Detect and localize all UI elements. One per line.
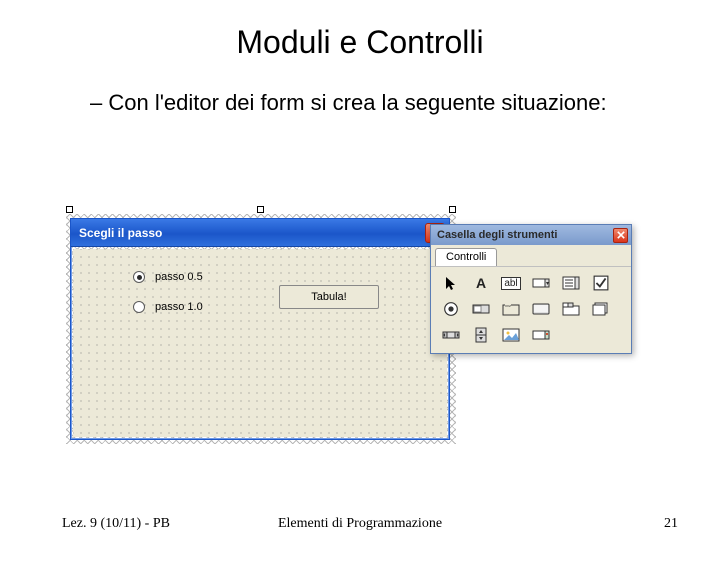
form-title: Scegli il passo: [79, 226, 425, 240]
footer-page-number: 21: [664, 516, 678, 532]
toolbox-title: Casella degli strumenti: [437, 229, 613, 241]
resize-handle-icon[interactable]: [257, 206, 264, 213]
vb-form-window: Scegli il passo passo 0.5 passo 1.0 Tabu…: [70, 218, 450, 440]
radio-passo-10[interactable]: passo 1.0: [133, 301, 203, 313]
tabula-button[interactable]: Tabula!: [279, 285, 379, 309]
combobox-tool[interactable]: [527, 271, 555, 295]
radio-icon: [133, 301, 145, 313]
option-tool[interactable]: [437, 297, 465, 321]
frame-tool[interactable]: xvz: [497, 297, 525, 321]
footer-center: Elementi di Programmazione: [0, 516, 720, 532]
form-client-area[interactable]: passo 0.5 passo 1.0 Tabula!: [73, 249, 447, 437]
radio-passo-05[interactable]: passo 0.5: [133, 271, 203, 283]
image-icon: [502, 327, 520, 343]
tabstrip-icon: [562, 301, 580, 317]
scrollbar-tool[interactable]: [437, 323, 465, 347]
frame-icon: xvz: [502, 301, 520, 317]
command-tool[interactable]: [527, 297, 555, 321]
option-icon: [442, 301, 460, 317]
combobox-icon: [532, 275, 550, 291]
spin-icon: [472, 327, 490, 343]
toolbox-tabrow: Controlli: [431, 245, 631, 267]
scrollbar-icon: [442, 327, 460, 343]
image-tool[interactable]: [497, 323, 525, 347]
close-icon: [617, 231, 625, 239]
toggle-icon: [472, 301, 490, 317]
checkbox-icon: [592, 275, 610, 291]
toggle-tool[interactable]: [467, 297, 495, 321]
pointer-icon: [442, 275, 460, 291]
multipage-tool[interactable]: [587, 297, 615, 321]
textbox-tool[interactable]: abl: [497, 271, 525, 295]
slide-bullet: Con l'editor dei form si crea la seguent…: [90, 89, 630, 117]
form-designer: Scegli il passo passo 0.5 passo 1.0 Tabu…: [66, 206, 456, 446]
listbox-tool[interactable]: [557, 271, 585, 295]
toolbox-tab-controlli[interactable]: Controlli: [435, 248, 497, 266]
toolbox-grid: A abl xvz: [431, 267, 631, 353]
refedit-tool[interactable]: [527, 323, 555, 347]
selection-handles: [66, 206, 456, 214]
multipage-icon: [592, 301, 610, 317]
radio-label: passo 0.5: [155, 271, 203, 283]
toolbox-titlebar[interactable]: Casella degli strumenti: [431, 225, 631, 245]
listbox-icon: [562, 275, 580, 291]
textbox-icon: abl: [501, 277, 520, 290]
refedit-icon: [532, 327, 550, 343]
toolbox-window: Casella degli strumenti Controlli A abl: [430, 224, 632, 354]
tabstrip-tool[interactable]: [557, 297, 585, 321]
label-tool[interactable]: A: [467, 271, 495, 295]
command-icon: [532, 301, 550, 317]
svg-text:xvz: xvz: [505, 303, 511, 308]
spin-tool[interactable]: [467, 323, 495, 347]
toolbox-close-button[interactable]: [613, 228, 628, 243]
radio-label: passo 1.0: [155, 301, 203, 313]
slide-title: Moduli e Controlli: [0, 24, 720, 61]
resize-handle-icon[interactable]: [66, 206, 73, 213]
resize-handle-icon[interactable]: [449, 206, 456, 213]
radio-icon: [133, 271, 145, 283]
checkbox-tool[interactable]: [587, 271, 615, 295]
form-titlebar[interactable]: Scegli il passo: [71, 219, 449, 247]
pointer-tool[interactable]: [437, 271, 465, 295]
